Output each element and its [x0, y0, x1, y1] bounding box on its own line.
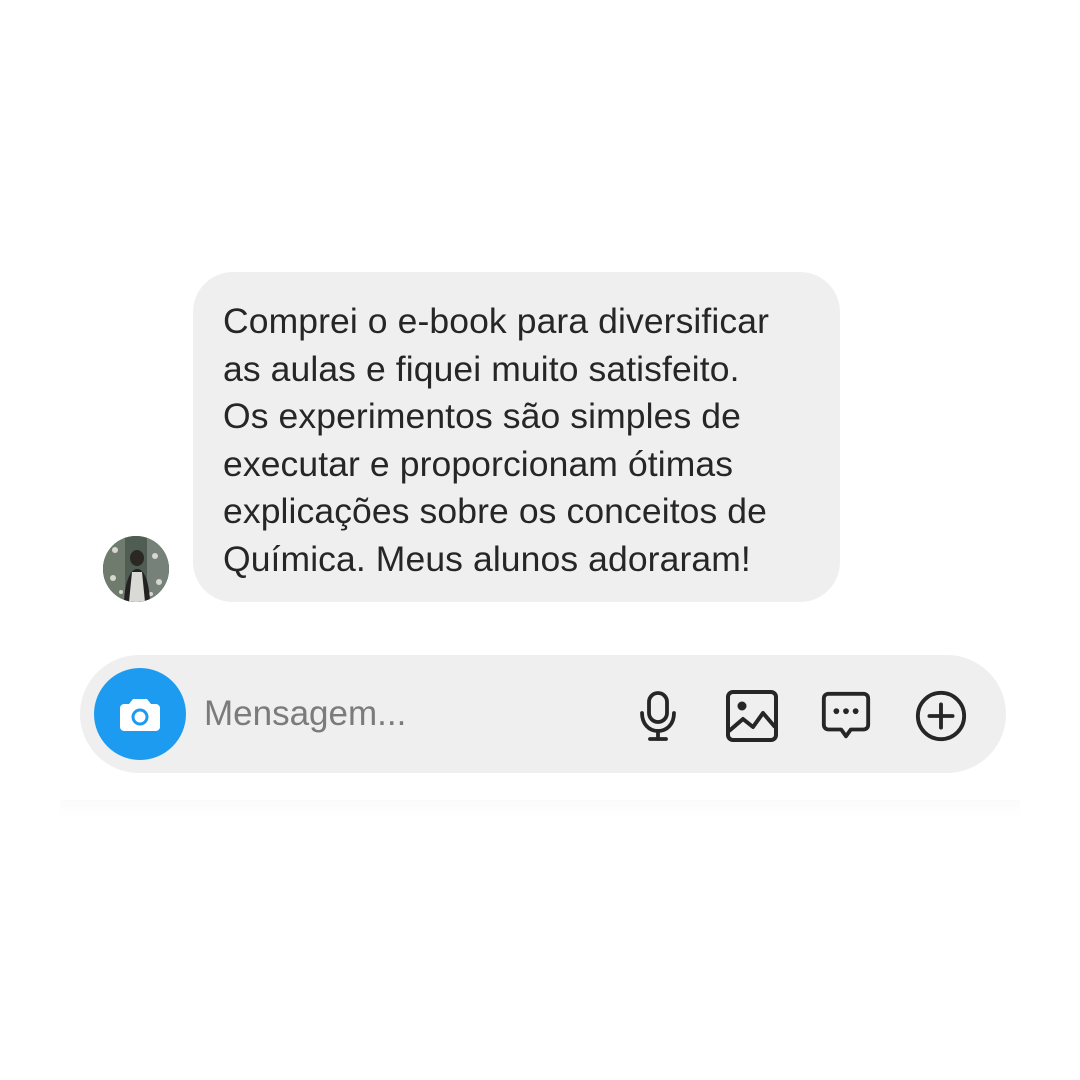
composer-shadow — [60, 800, 1020, 820]
avatar[interactable] — [103, 536, 169, 602]
sticker-button[interactable] — [819, 689, 873, 743]
message-row: Comprei o e-book para diversificar as au… — [100, 272, 860, 602]
message-line: explicações sobre os conceitos de — [223, 491, 767, 531]
sticker-icon — [821, 691, 871, 739]
message-input[interactable] — [204, 689, 604, 739]
message-composer — [80, 655, 1006, 773]
avatar-image — [103, 536, 169, 602]
message-line: Química. Meus alunos adoraram! — [223, 538, 751, 579]
camera-icon — [120, 699, 160, 731]
gallery-button[interactable] — [725, 689, 779, 743]
message-line: Comprei o e-book para diversificar — [223, 301, 769, 341]
plus-circle-icon — [915, 690, 967, 742]
message-bubble[interactable]: Comprei o e-book para diversificar as au… — [193, 272, 840, 602]
gallery-icon — [726, 690, 778, 742]
message-line: executar e proporcionam ótimas — [223, 443, 734, 484]
camera-button[interactable] — [94, 668, 186, 760]
microphone-button[interactable] — [631, 689, 685, 743]
message-text: Comprei o e-book para diversificar as au… — [223, 298, 810, 583]
microphone-icon — [640, 691, 676, 741]
message-line: as aulas e fiquei muito satisfeito. — [223, 348, 740, 389]
more-options-button[interactable] — [914, 689, 968, 743]
message-line: Os experimentos são simples de — [223, 396, 741, 436]
